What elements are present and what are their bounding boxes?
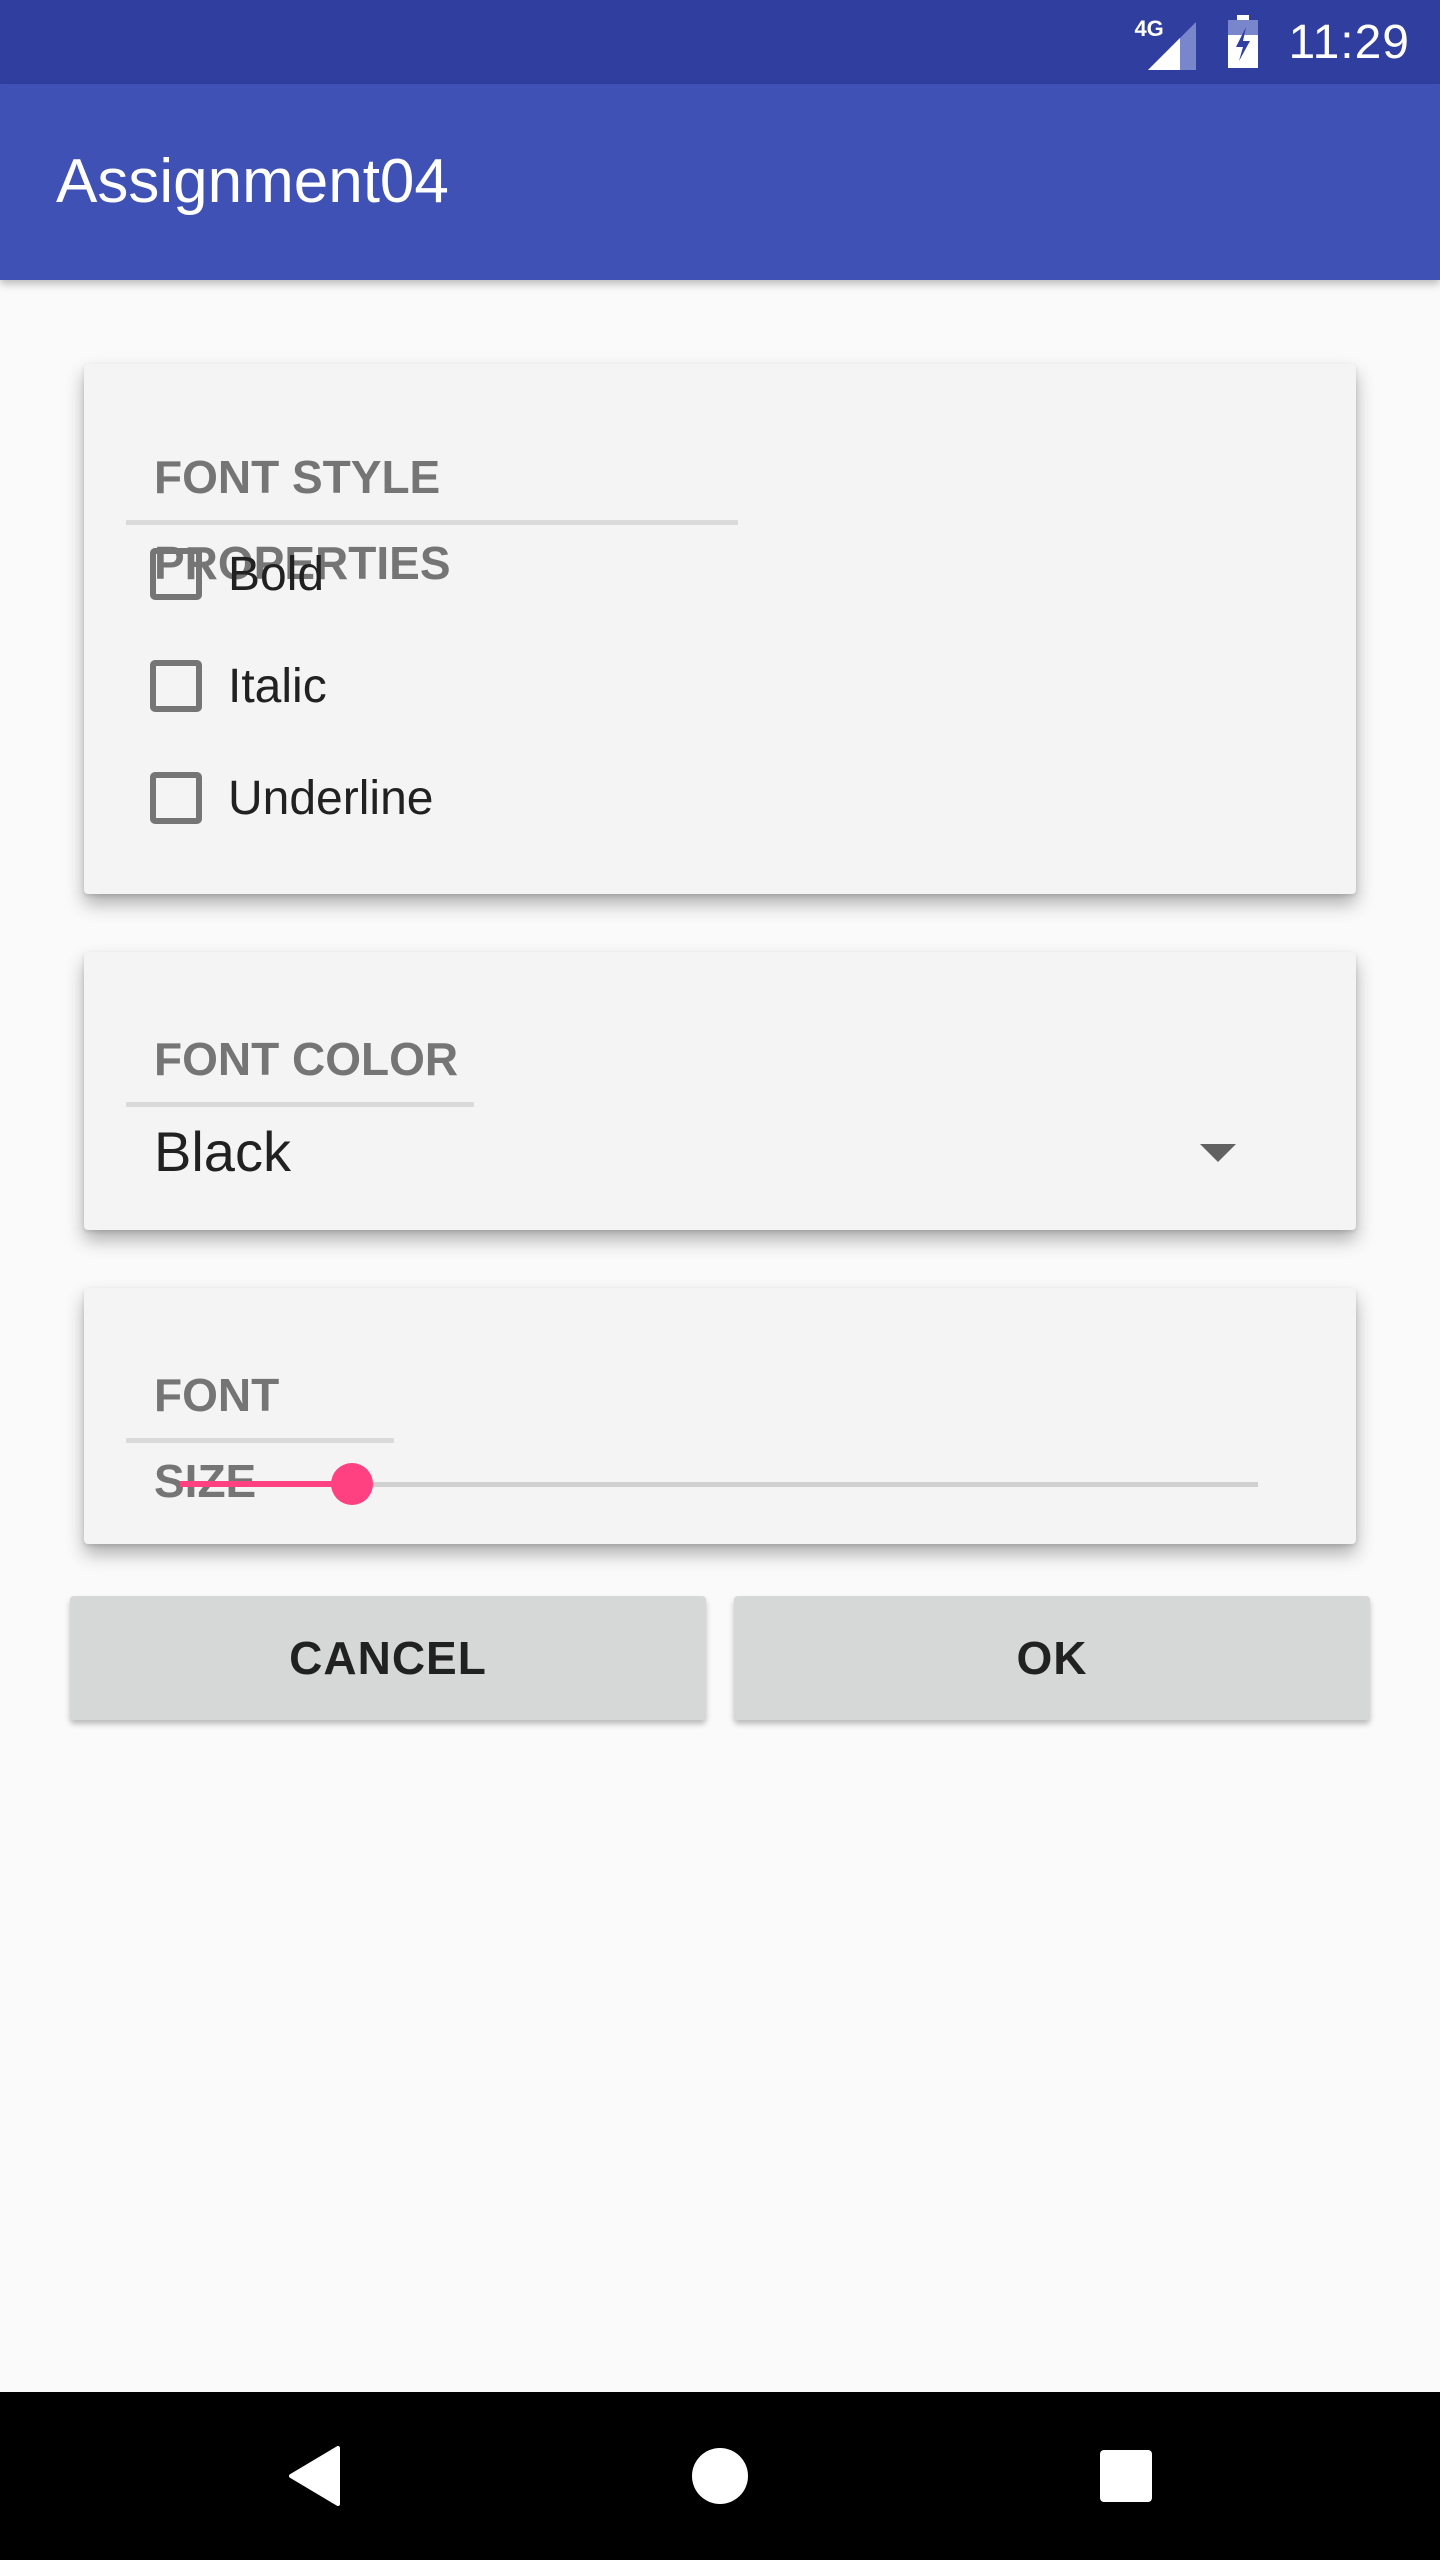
battery-charging-icon bbox=[1228, 15, 1259, 68]
recents-button[interactable] bbox=[1046, 2392, 1206, 2560]
home-button[interactable] bbox=[640, 2392, 800, 2560]
font-size-card: FONT SIZE bbox=[84, 1288, 1356, 1544]
bold-label: Bold bbox=[228, 547, 325, 601]
status-bar: 4G 11:29 bbox=[0, 0, 1440, 84]
status-clock: 11:29 bbox=[1288, 15, 1410, 69]
italic-label: Italic bbox=[228, 659, 327, 713]
recents-icon bbox=[1100, 2450, 1152, 2502]
underline-checkbox-row[interactable]: Underline bbox=[150, 764, 433, 832]
font-color-spinner[interactable]: Black bbox=[154, 1112, 1344, 1192]
italic-checkbox-row[interactable]: Italic bbox=[150, 652, 327, 720]
ok-button[interactable]: OK bbox=[734, 1596, 1370, 1720]
back-button[interactable] bbox=[234, 2392, 394, 2560]
bold-checkbox-row[interactable]: Bold bbox=[150, 540, 324, 608]
underline-checkbox[interactable] bbox=[150, 772, 202, 824]
home-icon bbox=[692, 2448, 748, 2504]
status-icons: 4G 11:29 bbox=[1134, 0, 1410, 84]
cancel-button[interactable]: CANCEL bbox=[70, 1596, 706, 1720]
signal-icon: 4G bbox=[1134, 14, 1198, 70]
font-style-card: FONT STYLE PROPERTIES Bold Italic Underl… bbox=[84, 364, 1356, 894]
font-size-header: FONT SIZE bbox=[126, 1352, 394, 1507]
slider-fill bbox=[180, 1481, 352, 1487]
bold-checkbox[interactable] bbox=[150, 548, 202, 600]
underline-label: Underline bbox=[228, 771, 434, 825]
app-title: Assignment04 bbox=[56, 147, 449, 216]
font-color-value: Black bbox=[154, 1120, 291, 1183]
back-icon bbox=[289, 2446, 340, 2506]
dropdown-arrow-icon[interactable] bbox=[1200, 1144, 1236, 1162]
navigation-bar bbox=[0, 2392, 1440, 2560]
font-color-card: FONT COLOR Black bbox=[84, 952, 1356, 1230]
font-style-header: FONT STYLE PROPERTIES bbox=[126, 434, 738, 589]
app-bar: Assignment04 bbox=[0, 84, 1440, 280]
slider-thumb[interactable] bbox=[331, 1463, 373, 1505]
font-color-header: FONT COLOR bbox=[126, 1016, 474, 1107]
italic-checkbox[interactable] bbox=[150, 660, 202, 712]
font-size-slider[interactable] bbox=[180, 1458, 1258, 1510]
